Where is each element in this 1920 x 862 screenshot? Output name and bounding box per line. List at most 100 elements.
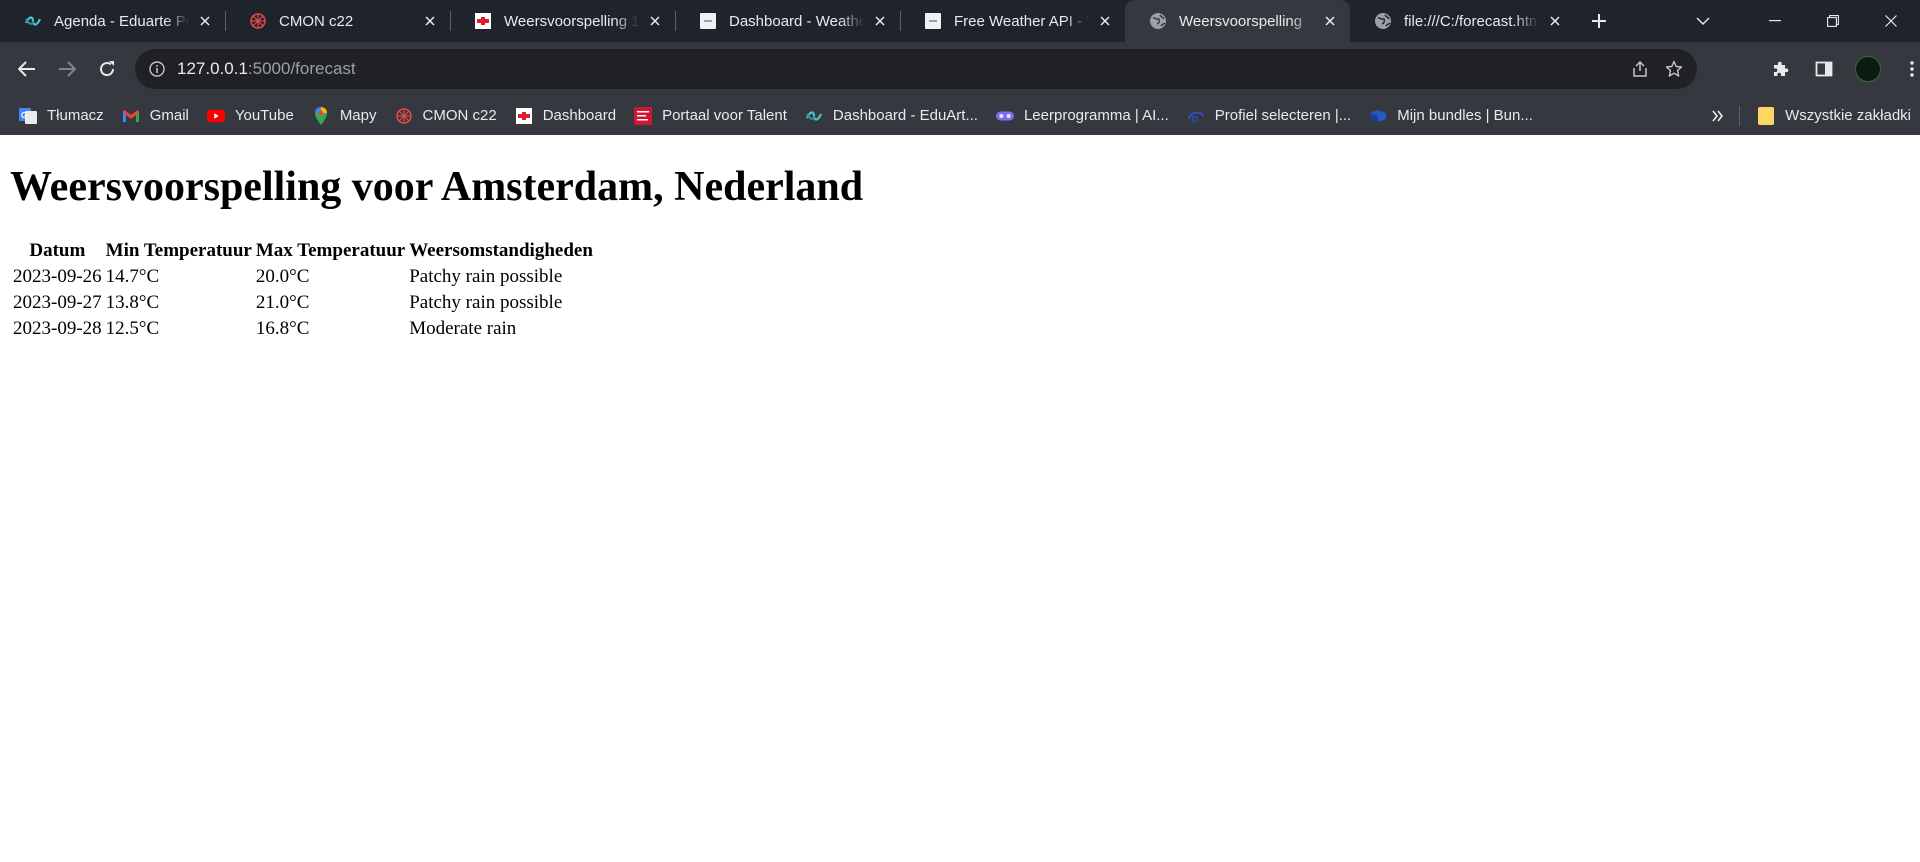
globe-icon	[1374, 12, 1392, 30]
table-row: 2023-09-28 12.5°C 16.8°C Moderate rain	[12, 317, 594, 341]
svg-text:D: D	[1191, 114, 1198, 124]
tab-title: Weersvoorspelling 1	[504, 12, 639, 30]
maps-icon	[312, 106, 330, 125]
bookmark-label: Leerprogramma | AI...	[1023, 107, 1169, 124]
menu-button[interactable]	[1892, 49, 1920, 89]
tab-search-button[interactable]	[1674, 0, 1732, 42]
arrow-right-icon	[59, 61, 76, 77]
youtube-icon	[206, 107, 225, 125]
tab-title: file:///C:/forecast.html	[1404, 12, 1539, 30]
close-icon[interactable]	[195, 11, 215, 31]
page-content: Weersvoorspelling voor Amsterdam, Nederl…	[0, 135, 1920, 862]
window-controls	[1674, 0, 1920, 42]
gmail-icon	[122, 107, 140, 125]
close-icon	[1885, 15, 1897, 27]
table-cell: 16.8°C	[255, 318, 310, 339]
restore-button[interactable]	[1804, 0, 1862, 42]
table-cell: 21.0°C	[255, 292, 310, 313]
kebab-menu-icon	[1910, 61, 1914, 77]
forward-button[interactable]	[47, 49, 87, 89]
all-bookmarks-folder[interactable]: Wszystkie zakładki	[1748, 101, 1920, 131]
chevron-down-icon	[1696, 17, 1710, 25]
profile-button[interactable]	[1848, 49, 1888, 89]
arrow-left-icon	[18, 61, 35, 77]
close-icon[interactable]	[420, 11, 440, 31]
bookmark-cmon[interactable]: CMON c22	[386, 101, 506, 131]
bookmark-label: Dashboard	[542, 107, 617, 124]
bookmark-profiel-selecteren[interactable]: D Profiel selecteren |...	[1178, 101, 1360, 131]
cmon-icon	[395, 107, 413, 125]
url-host: 127.0.0.1	[177, 59, 248, 78]
globe-icon	[1149, 12, 1167, 30]
column-header: Datum	[29, 240, 86, 261]
tab-dashboard-weather[interactable]: Dashboard - Weather API	[675, 0, 900, 42]
page-icon	[699, 12, 717, 30]
bookmark-mijn-bundles[interactable]: Mijn bundles | Bun...	[1360, 101, 1542, 131]
page-title: Weersvoorspelling voor Amsterdam, Nederl…	[10, 164, 864, 210]
browser-toolbar: 127.0.0.1:5000/forecast	[0, 42, 1920, 96]
bookmark-label: YouTube	[234, 107, 294, 124]
eduarte-icon	[805, 107, 823, 125]
minimize-icon	[1769, 20, 1781, 22]
tab-title: Dashboard - Weather API	[729, 12, 864, 30]
tab-weersvoorspelling-active[interactable]: Weersvoorspelling	[1125, 0, 1350, 42]
new-tab-button[interactable]	[1577, 0, 1621, 42]
table-row: 2023-09-26 14.7°C 20.0°C Patchy rain pos…	[12, 265, 594, 289]
bundle-icon	[1369, 107, 1387, 125]
tab-weersvoorspelling-1[interactable]: Weersvoorspelling 1	[450, 0, 675, 42]
address-bar[interactable]: 127.0.0.1:5000/forecast	[135, 49, 1697, 89]
page-icon	[924, 12, 942, 30]
cmon-icon	[249, 12, 267, 30]
column-header: Weersomstandigheden	[409, 240, 593, 261]
bookmark-leerprogramma[interactable]: Leerprogramma | AI...	[987, 101, 1178, 131]
bookmark-dashboard[interactable]: Dashboard	[506, 101, 625, 131]
back-button[interactable]	[7, 49, 47, 89]
reload-icon	[100, 61, 115, 77]
close-icon[interactable]	[1545, 11, 1565, 31]
share-icon[interactable]	[1631, 60, 1649, 78]
tab-cmon-c22[interactable]: CMON c22	[225, 0, 450, 42]
tab-title: Free Weather API - WeatherAPI	[954, 12, 1089, 30]
bookmark-gmail[interactable]: Gmail	[113, 101, 198, 131]
reload-button[interactable]	[87, 49, 127, 89]
eduarte-icon	[24, 12, 42, 30]
tab-agenda-eduarte[interactable]: Agenda - Eduarte Portaal	[0, 0, 225, 42]
address-url: 127.0.0.1:5000/forecast	[177, 59, 1631, 79]
table-cell: 20.0°C	[255, 266, 310, 287]
disney-icon: D	[1187, 107, 1205, 125]
close-icon[interactable]	[870, 11, 890, 31]
bookmark-tlumacz[interactable]: G Tłumacz	[10, 101, 113, 131]
bookmark-mapy[interactable]: Mapy	[303, 101, 386, 131]
bookmark-label: Gmail	[149, 107, 189, 124]
bookmark-label: Portaal voor Talent	[662, 107, 787, 124]
bookmarks-right: Wszystkie zakładki	[1701, 96, 1920, 135]
portaal-icon	[634, 106, 653, 125]
table-cell: 2023-09-27	[13, 292, 102, 313]
bookmark-youtube[interactable]: YouTube	[198, 101, 303, 131]
star-icon[interactable]	[1665, 60, 1683, 78]
side-panel-icon	[1815, 61, 1833, 77]
side-panel-button[interactable]	[1804, 49, 1844, 89]
tab-strip: Agenda - Eduarte Portaal CMON c22 Weersv…	[0, 0, 1920, 42]
bookmark-dashboard-eduarte[interactable]: Dashboard - EduArt...	[796, 101, 987, 131]
info-icon[interactable]	[149, 61, 165, 77]
close-icon[interactable]	[1320, 11, 1340, 31]
table-header-row: Datum Min Temperatuur Max Temperatuur We…	[12, 239, 594, 263]
svg-text:G: G	[21, 111, 27, 120]
tab-free-weather-api[interactable]: Free Weather API - WeatherAPI	[900, 0, 1125, 42]
bookmark-portaal-voor-talent[interactable]: Portaal voor Talent	[625, 101, 796, 131]
chevron-double-right-icon	[1712, 110, 1724, 121]
column-header: Max Temperatuur	[255, 240, 406, 261]
bookmarks-bar: G Tłumacz Gmail YouTube Mapy CMON c22 Da…	[0, 96, 1920, 135]
tab-title: Agenda - Eduarte Portaal	[54, 12, 189, 30]
minimize-button[interactable]	[1746, 0, 1804, 42]
translate-icon: G	[19, 107, 37, 125]
more-bookmarks-button[interactable]	[1701, 110, 1735, 122]
close-window-button[interactable]	[1862, 0, 1920, 42]
table-cell: 14.7°C	[105, 266, 160, 287]
close-icon[interactable]	[645, 11, 665, 31]
bookmark-label: Dashboard - EduArt...	[832, 107, 978, 124]
tab-file-forecast[interactable]: file:///C:/forecast.html	[1350, 0, 1575, 42]
extensions-button[interactable]	[1760, 49, 1800, 89]
close-icon[interactable]	[1095, 11, 1115, 31]
